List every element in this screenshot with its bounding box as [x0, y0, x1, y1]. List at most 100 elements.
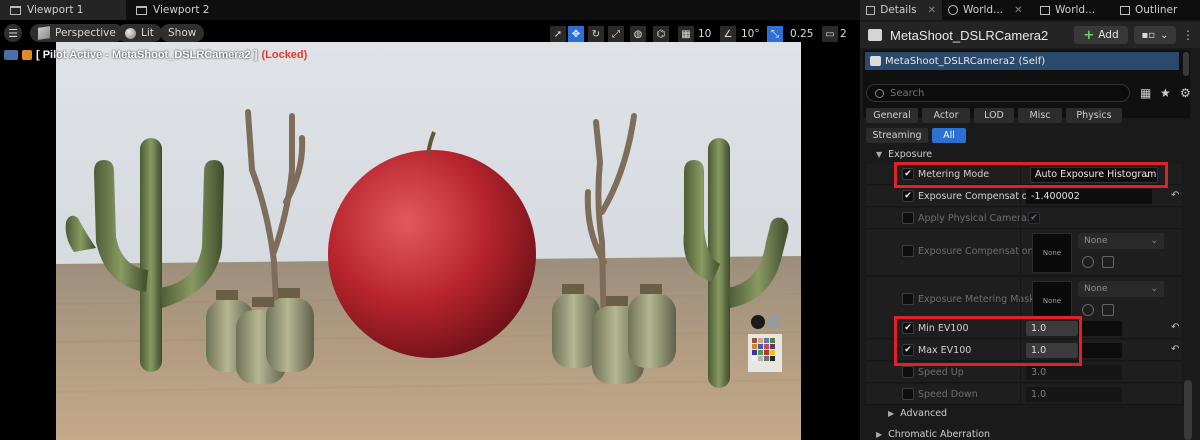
world-space-icon[interactable]: ◍	[630, 26, 646, 42]
tab-world-settings[interactable]: World... ✕	[942, 0, 1034, 20]
row-speed-down: Speed Down 1.0	[866, 384, 1182, 405]
property-label: Exposure Compensation...	[918, 246, 1043, 257]
rotation-snap-icon[interactable]: ∠	[720, 26, 736, 42]
rotate-mode-icon[interactable]: ↻	[588, 26, 604, 42]
hamburger-menu-icon[interactable]: ☰	[4, 24, 22, 42]
panel-options-icon[interactable]: ⋮	[1182, 28, 1194, 42]
grid-snap-value[interactable]: 10	[698, 26, 711, 42]
asset-picker[interactable]: None ⌄	[1078, 233, 1164, 249]
category-label: Advanced	[900, 407, 948, 419]
browse-asset-icon[interactable]	[1102, 256, 1114, 268]
grid-snap-icon[interactable]: ▦	[678, 26, 694, 42]
close-icon[interactable]: ✕	[928, 5, 936, 16]
field-value: 1.0	[1031, 389, 1047, 400]
add-component-button[interactable]: + Add	[1074, 26, 1128, 44]
override-checkbox[interactable]	[902, 388, 914, 400]
perspective-button[interactable]: Perspective	[30, 24, 124, 42]
tab-viewport-1[interactable]: Viewport 1	[0, 0, 126, 20]
level-viewport[interactable]: ☰ Perspective Lit Show ➚ ✥ ↻ ⤢ ◍ ⌬ ▦ 10 …	[0, 20, 860, 440]
blueprint-button[interactable]: ▪▫ ⌄	[1134, 26, 1176, 44]
filter-physics[interactable]: Physics	[1066, 108, 1122, 123]
search-field[interactable]	[866, 84, 1130, 102]
globe-icon	[948, 5, 958, 15]
viewport-icon	[10, 5, 21, 15]
tab-details[interactable]: Details ✕	[860, 0, 942, 20]
row-min-ev100: ✔ Min EV100 1.0 ↶	[866, 318, 1182, 339]
favorites-star-icon[interactable]: ★	[1160, 86, 1171, 100]
max-ev100-field[interactable]: 1.0	[1026, 343, 1122, 358]
filter-all[interactable]: All	[932, 128, 966, 143]
viewport-scene[interactable]	[56, 42, 801, 440]
translate-mode-icon[interactable]: ✥	[568, 26, 584, 42]
property-label: Speed Down	[918, 389, 978, 400]
row-exposure-curve: Exposure Compensation... None None ⌄	[866, 230, 1182, 276]
category-chromatic-aberration[interactable]: ▶ Chromatic Aberration	[866, 426, 1182, 440]
category-exposure[interactable]: ▼ Exposure	[866, 146, 1182, 162]
filter-general[interactable]: General	[866, 108, 918, 123]
reset-to-default-icon[interactable]: ↶	[1171, 190, 1179, 201]
value-checkbox[interactable]: ✔	[1028, 212, 1040, 224]
close-icon[interactable]: ✕	[1014, 5, 1022, 16]
tab-label: Outliner	[1135, 4, 1178, 16]
override-checkbox[interactable]	[902, 212, 914, 224]
speed-down-field[interactable]: 1.0	[1026, 387, 1122, 402]
eject-pilot-icon[interactable]	[22, 50, 32, 60]
override-checkbox[interactable]	[902, 293, 914, 305]
select-mode-icon[interactable]: ➚	[550, 26, 566, 42]
override-checkbox[interactable]: ✔	[902, 322, 914, 334]
filter-misc[interactable]: Misc	[1018, 108, 1062, 123]
camera-speed-icon[interactable]: ▭	[822, 26, 838, 42]
scale-snap-icon[interactable]: ⤡	[767, 26, 783, 42]
filter-streaming[interactable]: Streaming	[866, 128, 928, 143]
chevron-down-icon: ⌄	[1150, 236, 1158, 246]
tab-world-partition[interactable]: World...	[1034, 0, 1114, 20]
show-label: Show	[168, 27, 197, 39]
settings-gear-icon[interactable]: ⚙	[1180, 86, 1191, 100]
scale-snap-value[interactable]: 0.25	[790, 26, 813, 42]
asset-thumbnail[interactable]: None	[1032, 233, 1072, 273]
override-checkbox[interactable]: ✔	[902, 168, 914, 180]
tab-label: Details	[880, 4, 917, 16]
plus-icon: +	[1083, 27, 1095, 43]
override-checkbox[interactable]: ✔	[902, 190, 914, 202]
reset-to-default-icon[interactable]: ↶	[1171, 322, 1179, 333]
use-selected-icon[interactable]	[1082, 304, 1094, 316]
override-checkbox[interactable]: ✔	[902, 344, 914, 356]
asset-picker[interactable]: None ⌄	[1078, 281, 1164, 297]
subcategory-advanced[interactable]: ▶ Advanced	[866, 405, 1182, 421]
scale-mode-icon[interactable]: ⤢	[608, 26, 624, 42]
property-matrix-icon[interactable]: ▦	[1140, 86, 1151, 100]
asset-thumbnail[interactable]: None	[1032, 281, 1072, 321]
details-scrollbar[interactable]	[1184, 380, 1192, 440]
component-scrollbar[interactable]	[1183, 52, 1189, 76]
filter-lod[interactable]: LOD	[974, 108, 1014, 123]
add-label: Add	[1098, 29, 1119, 41]
filter-actor[interactable]: Actor	[922, 108, 970, 123]
camera-actor-icon	[870, 56, 881, 66]
browse-asset-icon[interactable]	[1102, 304, 1114, 316]
use-selected-icon[interactable]	[1082, 256, 1094, 268]
search-input[interactable]	[890, 87, 1110, 99]
viewport-camera-icon[interactable]	[4, 50, 18, 60]
tab-viewport-2[interactable]: Viewport 2	[126, 0, 252, 20]
show-button[interactable]: Show	[160, 24, 205, 42]
speed-up-field[interactable]: 3.0	[1026, 365, 1122, 380]
min-ev100-field[interactable]: 1.0	[1026, 321, 1122, 336]
component-self-item[interactable]: MetaShoot_DSLRCamera2 (Self)	[865, 52, 1179, 70]
property-label: Max EV100	[918, 345, 972, 356]
surface-snap-icon[interactable]: ⌬	[653, 26, 669, 42]
override-checkbox[interactable]	[902, 245, 914, 257]
tab-outliner[interactable]: Outliner	[1114, 0, 1200, 20]
rotation-snap-value[interactable]: 10°	[741, 26, 760, 42]
actor-name: MetaShoot_DSLRCamera2	[890, 27, 1049, 43]
property-label: Exposure Compensation	[918, 191, 1034, 202]
metering-mode-dropdown[interactable]: Auto Exposure Histogram ⌄	[1030, 167, 1158, 183]
reset-to-default-icon[interactable]: ↶	[1171, 344, 1179, 355]
lit-button[interactable]: Lit	[117, 24, 162, 42]
tab-label: Viewport 1	[27, 4, 84, 16]
tab-label: World...	[1055, 4, 1096, 16]
override-checkbox[interactable]	[902, 366, 914, 378]
details-icon	[866, 5, 876, 15]
exposure-compensation-field[interactable]: -1.400002	[1026, 189, 1152, 204]
camera-speed-value[interactable]: 2	[840, 26, 847, 42]
